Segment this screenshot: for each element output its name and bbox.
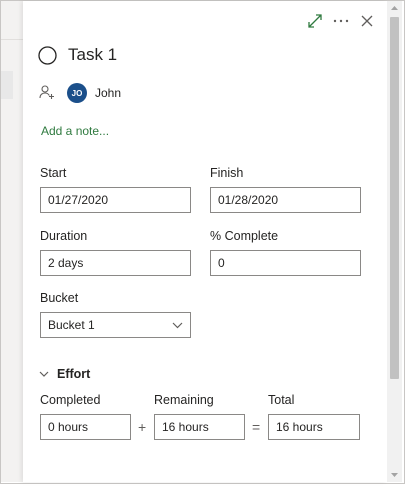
scroll-up-icon[interactable]: [387, 1, 402, 15]
effort-section-header[interactable]: Effort: [57, 367, 90, 381]
close-icon[interactable]: [359, 13, 375, 29]
task-details-panel: Task 1 JO John Add a note... Start 01/27…: [23, 1, 387, 482]
background-divider: [1, 39, 23, 40]
task-title[interactable]: Task 1: [68, 45, 117, 65]
start-label: Start: [40, 166, 67, 180]
expand-icon[interactable]: [307, 13, 323, 29]
effort-completed-input[interactable]: 0 hours: [40, 414, 131, 440]
effort-completed-label: Completed: [40, 393, 101, 407]
bucket-selected-value: Bucket 1: [48, 318, 95, 332]
more-icon[interactable]: [332, 13, 350, 29]
scroll-down-icon[interactable]: [387, 468, 402, 482]
avatar[interactable]: JO: [67, 83, 87, 103]
complete-task-circle-icon[interactable]: [37, 45, 57, 65]
vertical-scrollbar[interactable]: [387, 1, 402, 482]
finish-label: Finish: [210, 166, 244, 180]
start-date-input[interactable]: 01/27/2020: [40, 187, 191, 213]
assignee-name: John: [95, 86, 122, 100]
percent-complete-input[interactable]: 0: [210, 250, 361, 276]
duration-label: Duration: [40, 229, 88, 243]
duration-input[interactable]: 2 days: [40, 250, 191, 276]
equals-operator: =: [252, 419, 261, 435]
finish-date-input[interactable]: 01/28/2020: [210, 187, 361, 213]
effort-remaining-input[interactable]: 16 hours: [154, 414, 245, 440]
plus-operator: +: [138, 419, 147, 435]
chevron-down-icon: [172, 322, 183, 329]
add-note-link[interactable]: Add a note...: [41, 124, 109, 138]
scrollbar-thumb[interactable]: [390, 17, 399, 379]
effort-total-label: Total: [268, 393, 295, 407]
background-selected-row: [1, 71, 13, 99]
effort-total-input: 16 hours: [268, 414, 360, 440]
percent-complete-label: % Complete: [210, 229, 279, 243]
collapse-chevron-icon[interactable]: [38, 368, 50, 380]
bucket-select[interactable]: Bucket 1: [40, 312, 191, 338]
assign-person-icon[interactable]: [38, 83, 56, 101]
bucket-label: Bucket: [40, 291, 79, 305]
background-app-strip: [1, 1, 23, 482]
effort-remaining-label: Remaining: [154, 393, 214, 407]
